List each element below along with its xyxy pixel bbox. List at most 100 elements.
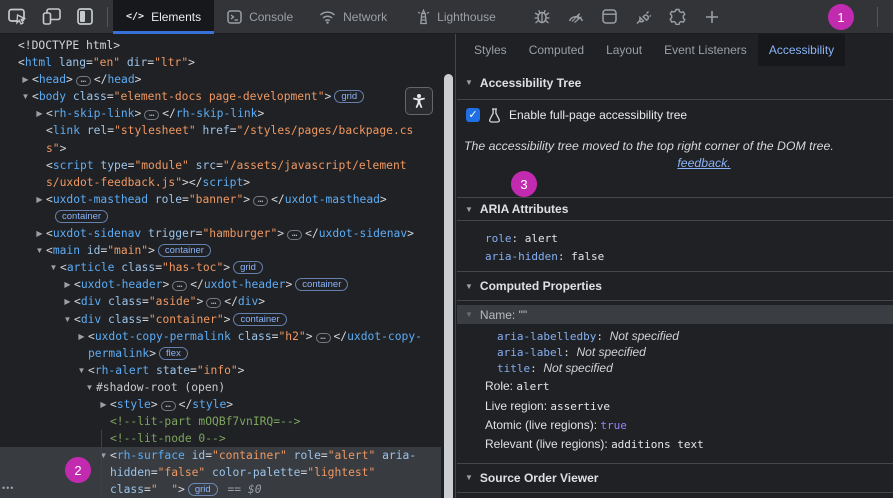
dom-tree-node[interactable]: <!DOCTYPE html> <box>0 37 441 54</box>
dom-tree-node[interactable]: permalink> flex <box>0 345 441 362</box>
sidebar-tab-styles[interactable]: Styles <box>463 34 518 66</box>
dom-tree-node[interactable]: <!--lit-node 0--> <box>0 430 441 447</box>
expand-arrow-icon[interactable]: ▶ <box>61 276 74 293</box>
gutter-ellipsis-icon[interactable]: ••• <box>2 483 14 493</box>
code-token: > <box>134 107 142 121</box>
dock-side-icon[interactable] <box>68 2 102 32</box>
sidebar-tab-computed[interactable]: Computed <box>518 34 595 66</box>
section-accessibility-tree[interactable]: ▼ Accessibility Tree <box>457 66 893 100</box>
sidebar-tab-event-listeners[interactable]: Event Listeners <box>653 34 758 66</box>
computed-name-row[interactable]: ▼ Name: "" <box>457 305 893 324</box>
code-token: hidden <box>110 466 151 480</box>
devtools-toolbar: </> Elements Console Network Lighthouse <box>0 0 893 34</box>
dom-tree-node[interactable]: s"> <box>0 140 441 157</box>
tab-elements[interactable]: </> Elements <box>113 0 215 34</box>
collapse-arrow-icon[interactable]: ▼ <box>33 242 46 259</box>
dom-tree-node[interactable]: <link rel="stylesheet" href="/styles/pag… <box>0 122 441 139</box>
collapse-arrow-icon[interactable]: ▼ <box>19 88 32 105</box>
dom-tree-node[interactable]: ▶ <uxdot-sidenav trigger="hamburger">… </u… <box>0 225 441 242</box>
layout-badge[interactable]: flex <box>159 346 188 360</box>
tab-network[interactable]: Network <box>306 0 400 34</box>
inspect-icon[interactable] <box>0 2 34 32</box>
tab-console[interactable]: Console <box>214 0 306 34</box>
tab-lighthouse[interactable]: Lighthouse <box>404 0 509 34</box>
code-token: = <box>144 483 151 497</box>
expand-inline-icon[interactable]: … <box>160 400 176 411</box>
layout-badge[interactable]: container <box>157 244 211 258</box>
expand-inline-icon[interactable]: … <box>172 281 188 292</box>
performance-icon[interactable] <box>559 2 593 32</box>
code-token: > <box>223 261 231 275</box>
collapse-arrow-icon[interactable]: ▼ <box>47 259 60 276</box>
triangle-down-icon: ▼ <box>465 78 473 87</box>
expand-arrow-icon[interactable]: ▶ <box>75 328 88 345</box>
layout-badge[interactable]: container <box>295 278 349 292</box>
accessibility-tree-button[interactable] <box>405 87 433 115</box>
dom-tree-node[interactable]: class=" "> grid == $0 <box>0 481 441 498</box>
enable-a11y-checkbox[interactable]: ✓ <box>466 108 480 122</box>
add-tab-icon[interactable] <box>695 2 729 32</box>
layout-badge[interactable]: grid <box>233 261 263 275</box>
expand-inline-icon[interactable]: … <box>206 298 222 309</box>
code-token: = <box>142 295 149 309</box>
dom-tree-node[interactable]: s/uxdot-feedback.js"></script> <box>0 174 441 191</box>
expand-arrow-icon[interactable]: ▶ <box>33 191 46 208</box>
sidebar-tab-accessibility[interactable]: Accessibility <box>757 34 846 66</box>
aria-attribute-row: role: alert <box>485 232 558 245</box>
layout-badge[interactable]: container <box>233 312 287 326</box>
code-token: > <box>258 295 266 309</box>
dom-tree-node[interactable]: ▶ <uxdot-copy-permalink class="h2">… </uxd… <box>0 328 441 345</box>
section-source-order[interactable]: ▼ Source Order Viewer <box>457 462 893 493</box>
code-token: <!--lit-part mOQBf7vnIRQ=--> <box>110 415 301 429</box>
expand-inline-icon[interactable]: … <box>75 76 91 87</box>
dom-tree-node[interactable]: <script type="module" src="/assets/javas… <box>0 157 441 174</box>
code-token: > <box>178 483 185 497</box>
collapse-arrow-icon[interactable]: ▼ <box>75 362 88 379</box>
dom-tree-node[interactable]: ▼ <main id="main"> container <box>0 242 441 259</box>
gear-icon[interactable] <box>661 2 695 32</box>
sidebar-tab-layout[interactable]: Layout <box>595 34 653 66</box>
dom-tree-node[interactable]: ▼ <div class="container"> container <box>0 311 441 328</box>
dom-tree-node[interactable]: ▶ <uxdot-masthead role="banner">… </uxdot-… <box>0 191 441 208</box>
dom-tree-node[interactable]: ▶ <div class="aside">… </div> <box>0 293 441 310</box>
bug-icon[interactable] <box>525 2 559 32</box>
plug-icon[interactable] <box>627 2 661 32</box>
layout-badge[interactable]: grid <box>187 483 218 497</box>
expand-inline-icon[interactable]: … <box>315 332 331 343</box>
layout-badge[interactable]: container <box>55 209 109 223</box>
expand-arrow-icon[interactable]: ▶ <box>33 105 46 122</box>
expand-arrow-icon[interactable]: ▶ <box>61 293 74 310</box>
dom-tree-node[interactable]: container <box>0 208 441 225</box>
section-computed-properties[interactable]: ▼ Computed Properties <box>457 271 893 301</box>
dom-tree-node[interactable]: ▼ <rh-alert state="info"> <box>0 362 441 379</box>
code-token: "/assets/javascript/element <box>222 158 407 172</box>
dom-tree-node[interactable]: ▶ <uxdot-header>… </uxdot-header> container <box>0 276 441 293</box>
application-icon[interactable] <box>593 2 627 32</box>
dom-tree-node[interactable]: ▶ <style>… </style> <box>0 396 441 413</box>
dom-tree-node[interactable]: <!--lit-part mOQBf7vnIRQ=--> <box>0 413 441 430</box>
expand-arrow-icon[interactable]: ▶ <box>97 396 110 413</box>
collapse-arrow-icon[interactable]: ▼ <box>97 447 110 464</box>
layout-badge[interactable]: grid <box>334 90 365 104</box>
expand-arrow-icon[interactable]: ▶ <box>19 71 32 88</box>
code-token: dir <box>120 56 148 70</box>
dom-tree-node[interactable]: ▶ <head>… </head> <box>0 71 441 88</box>
expand-arrow-icon[interactable]: ▶ <box>33 225 46 242</box>
expand-inline-icon[interactable]: … <box>144 110 160 121</box>
dom-tree-node[interactable]: ▼ <rh-surface id="container" role="alert"… <box>0 447 441 465</box>
device-toolbar-icon[interactable] <box>34 2 68 32</box>
dom-tree-node[interactable]: ▼ <article class="has-toc"> grid <box>0 259 441 276</box>
code-token: style <box>116 397 151 411</box>
code-token: script <box>52 158 94 172</box>
section-aria-attributes[interactable]: ▼ ARIA Attributes <box>457 197 893 221</box>
dom-tree-node[interactable]: ▼ <body class="element-docs page-developm… <box>0 88 441 105</box>
dom-tree-node[interactable]: ▶ <rh-skip-link>… </rh-skip-link> <box>0 105 441 122</box>
dom-tree-node[interactable]: <html lang="en" dir="ltr"> <box>0 54 441 71</box>
collapse-arrow-icon[interactable]: ▼ <box>61 311 74 328</box>
collapse-arrow-icon[interactable]: ▼ <box>83 379 96 396</box>
dom-tree-node[interactable]: ▼ #shadow-root (open) <box>0 379 441 396</box>
feedback-link[interactable]: feedback. <box>677 156 730 170</box>
dom-tree-scrollbar[interactable] <box>444 74 453 498</box>
expand-inline-icon[interactable]: … <box>253 195 269 206</box>
expand-inline-icon[interactable]: … <box>287 230 303 241</box>
